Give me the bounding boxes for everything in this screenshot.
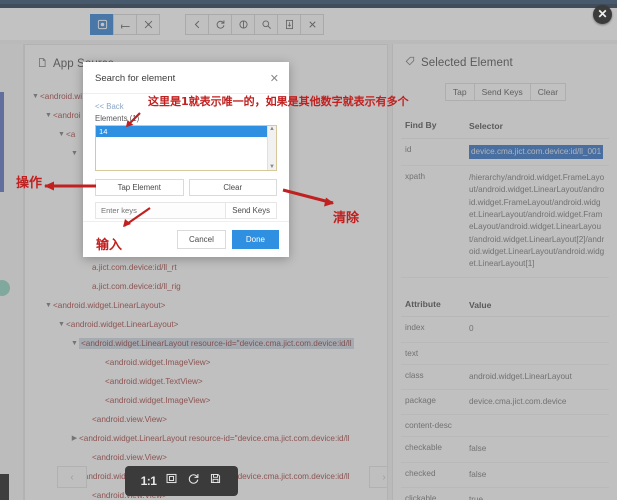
rotate-icon[interactable] <box>187 472 200 490</box>
listbox-scrollbar[interactable]: ▲ ▼ <box>267 126 276 170</box>
send-keys-row: Send Keys <box>95 202 277 219</box>
appium-inspector-window: ✕ App ▼ <android.wi ▼ <androi ▼ <a ▼ a.j… <box>0 0 617 500</box>
dialog-body: << Back Elements (1) 14 ▲ ▼ Tap Element … <box>83 94 289 221</box>
elements-listbox[interactable]: 14 ▲ ▼ <box>95 125 277 171</box>
cancel-button[interactable]: Cancel <box>176 230 226 249</box>
annotation-unique-count: 这里是1就表示唯一的，如果是其他数字就表示有多个 <box>148 95 409 108</box>
send-keys-button[interactable]: Send Keys <box>225 203 276 218</box>
annotation-operate: 操作 <box>16 176 43 191</box>
elements-count-label: Elements (1) <box>95 114 140 123</box>
device-control-bar: 1:1 <box>125 466 238 496</box>
done-button[interactable]: Done <box>231 230 279 249</box>
annotation-clear: 清除 <box>333 211 360 226</box>
enter-keys-input[interactable] <box>96 203 226 218</box>
search-for-element-dialog: Search for element ✕ << Back Elements (1… <box>83 62 289 257</box>
element-action-row: Tap Element Clear <box>95 179 277 196</box>
dialog-close-icon[interactable]: ✕ <box>270 72 279 85</box>
window-close-button[interactable]: ✕ <box>593 5 612 24</box>
save-icon[interactable] <box>209 472 222 490</box>
tap-element-button[interactable]: Tap Element <box>95 179 184 196</box>
dialog-title: Search for element <box>95 73 176 84</box>
scroll-down-icon[interactable]: ▼ <box>269 164 275 170</box>
clear-button[interactable]: Clear <box>188 179 277 196</box>
fit-screen-icon[interactable] <box>165 472 178 490</box>
scale-label[interactable]: 1:1 <box>141 474 157 488</box>
annotation-input: 输入 <box>96 238 123 253</box>
list-item[interactable]: 14 <box>96 126 276 137</box>
scroll-up-icon[interactable]: ▲ <box>269 126 275 132</box>
dialog-header: Search for element ✕ <box>83 62 289 94</box>
